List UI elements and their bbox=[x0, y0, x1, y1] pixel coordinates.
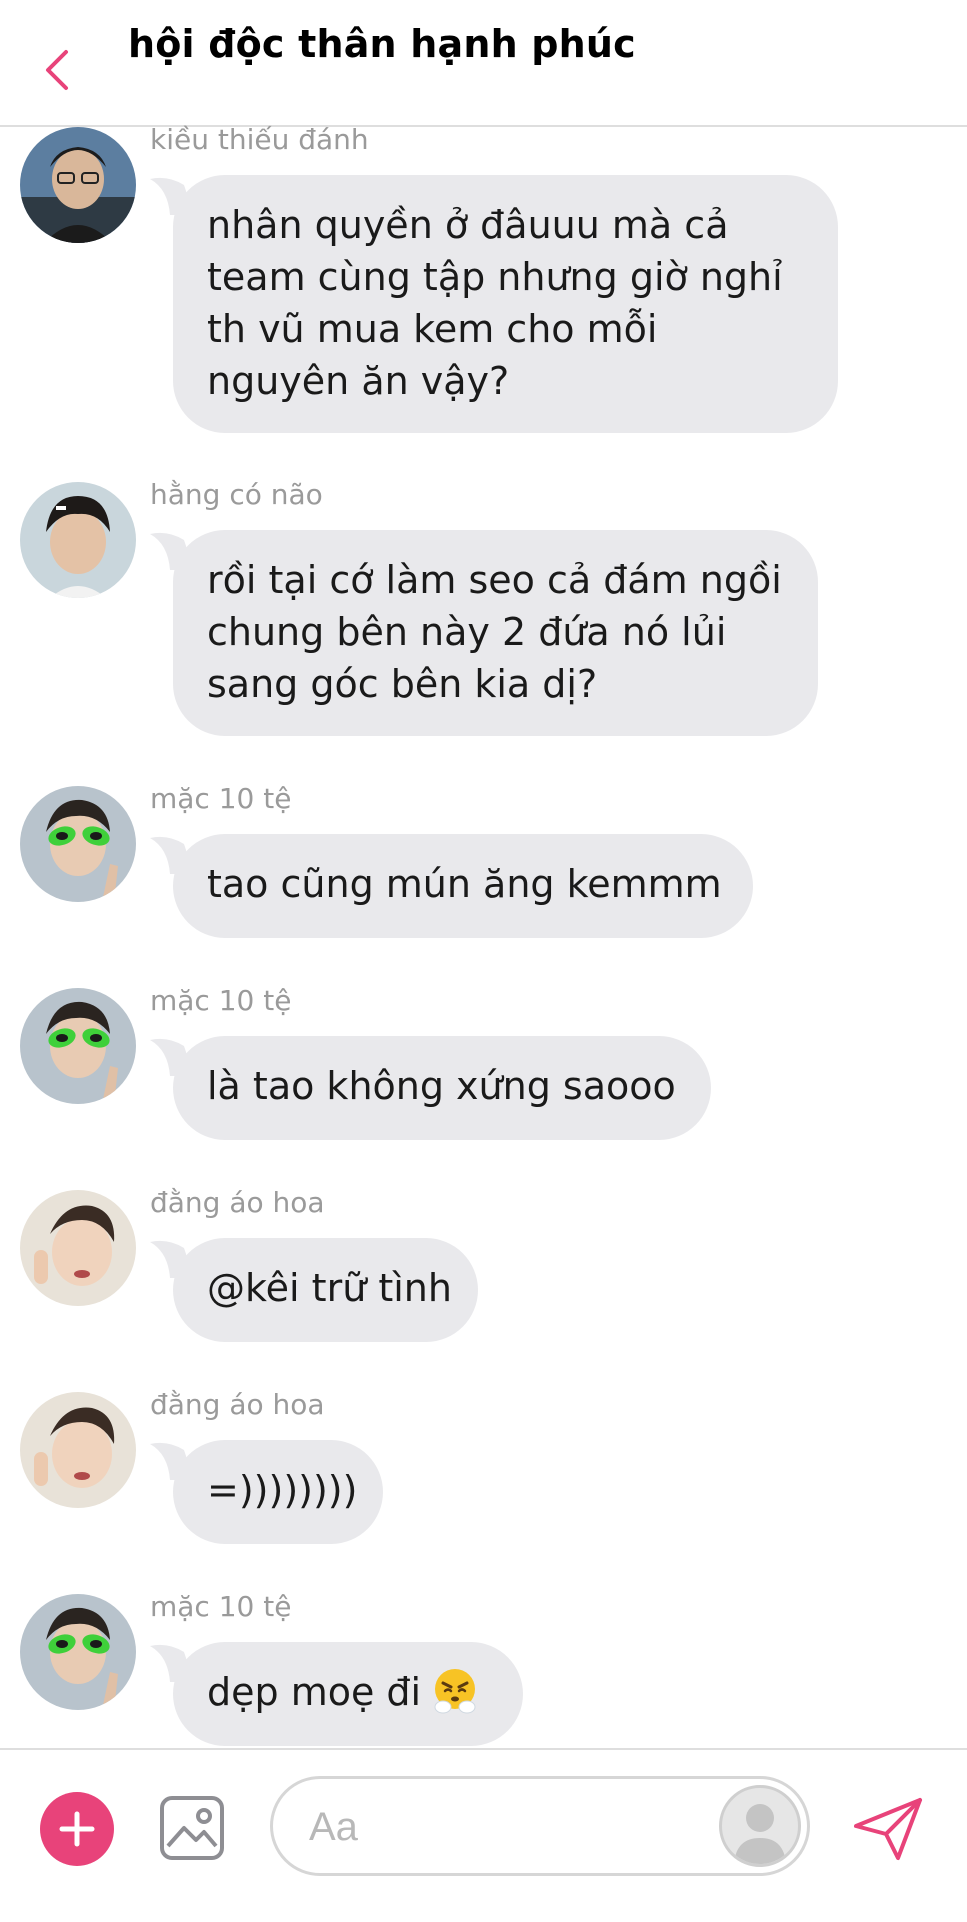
avatar[interactable] bbox=[20, 482, 136, 598]
message-text: là tao không xứng saooo bbox=[207, 1064, 676, 1108]
avatar[interactable] bbox=[20, 1594, 136, 1710]
send-button[interactable] bbox=[852, 1796, 924, 1862]
avatar[interactable] bbox=[20, 786, 136, 902]
sender-name: đằng áo hoa bbox=[150, 1186, 325, 1219]
user-avatar-icon[interactable] bbox=[719, 1785, 801, 1867]
chat-header: hội độc thân hạnh phúc bbox=[0, 0, 967, 127]
avatar[interactable] bbox=[20, 988, 136, 1104]
avatar[interactable] bbox=[20, 1190, 136, 1306]
message-input-wrapper[interactable] bbox=[270, 1776, 810, 1876]
message-text: @kêi trữ tình bbox=[207, 1266, 452, 1310]
photo-button[interactable] bbox=[158, 1794, 226, 1862]
message-input[interactable] bbox=[307, 1797, 671, 1857]
sender-name: mặc 10 tệ bbox=[150, 984, 292, 1017]
chevron-left-icon bbox=[46, 50, 68, 90]
message-text: rồi tại cớ làm seo cả đám ngồi chung bên… bbox=[207, 558, 782, 706]
message-text: nhân quyền ở đâuuu mà cả team cùng tập n… bbox=[207, 203, 783, 403]
send-icon bbox=[854, 1798, 922, 1860]
message-bubble[interactable]: nhân quyền ở đâuuu mà cả team cùng tập n… bbox=[173, 175, 838, 433]
angry-steam-emoji-icon bbox=[434, 1669, 476, 1714]
message-bubble[interactable]: =)))))))) bbox=[173, 1440, 383, 1544]
chat-title[interactable]: hội độc thân hạnh phúc bbox=[128, 22, 636, 66]
add-button[interactable] bbox=[40, 1792, 114, 1866]
message-text: tao cũng mún ăng kemmm bbox=[207, 862, 722, 906]
message-text: =)))))))) bbox=[207, 1468, 358, 1512]
back-button[interactable] bbox=[38, 44, 78, 96]
sender-name: mặc 10 tệ bbox=[150, 1590, 292, 1623]
message-list[interactable]: kiều thiếu đánh nhân quyền ở đâuuu mà cả… bbox=[0, 123, 967, 1747]
message-bubble[interactable]: là tao không xứng saooo bbox=[173, 1036, 711, 1140]
image-icon bbox=[160, 1796, 224, 1860]
sender-name: mặc 10 tệ bbox=[150, 782, 292, 815]
avatar[interactable] bbox=[20, 127, 136, 243]
message-bubble[interactable]: dẹp moẹ đi bbox=[173, 1642, 523, 1746]
sender-name: hằng có não bbox=[150, 478, 323, 511]
message-composer bbox=[0, 1748, 967, 1922]
sender-name: đằng áo hoa bbox=[150, 1388, 325, 1421]
plus-icon bbox=[59, 1811, 95, 1847]
message-text: dẹp moẹ đi bbox=[207, 1670, 422, 1714]
sender-name: kiều thiếu đánh bbox=[150, 123, 369, 156]
message-bubble[interactable]: rồi tại cớ làm seo cả đám ngồi chung bên… bbox=[173, 530, 818, 736]
avatar[interactable] bbox=[20, 1392, 136, 1508]
message-bubble[interactable]: tao cũng mún ăng kemmm bbox=[173, 834, 753, 938]
message-bubble[interactable]: @kêi trữ tình bbox=[173, 1238, 478, 1342]
